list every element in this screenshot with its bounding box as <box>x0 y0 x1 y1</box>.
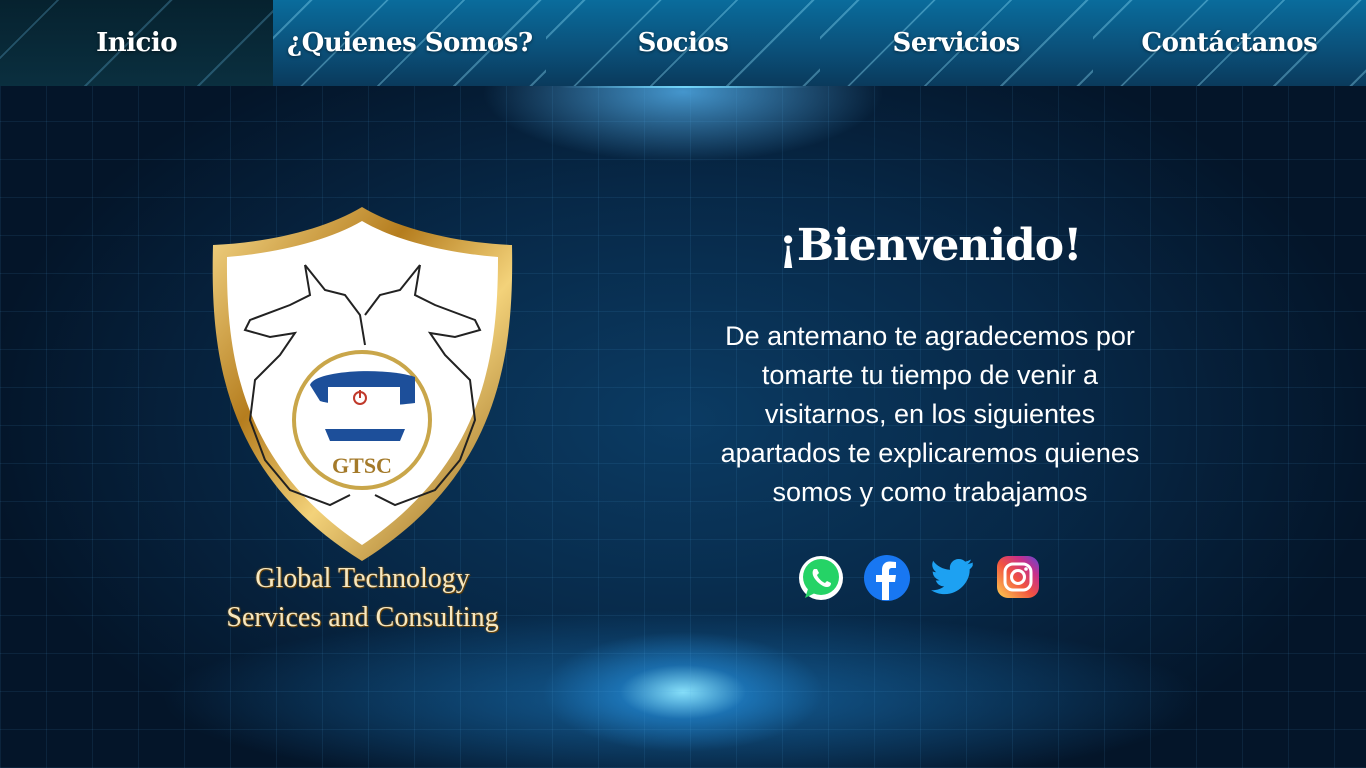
whatsapp-icon[interactable] <box>797 554 845 602</box>
logo-line-2: Services and Consulting <box>226 602 499 633</box>
welcome-section: ¡Bienvenido! De antemano te agradecemos … <box>660 220 1200 512</box>
nav-label: ¿Quienes Somos? <box>286 28 533 58</box>
social-links <box>797 554 1043 602</box>
nav-label: Contáctanos <box>1141 28 1318 58</box>
company-logo: GTSC Global Technology Services and Cons… <box>210 205 515 640</box>
top-nav: Inicio ¿Quienes Somos? Socios Servicios … <box>0 0 1366 86</box>
welcome-title: ¡Bienvenido! <box>778 220 1083 271</box>
header-glow <box>560 86 810 88</box>
welcome-line: visitarnos, en los siguientes <box>764 399 1096 429</box>
welcome-line: apartados te explicaremos quienes <box>720 438 1140 468</box>
nav-label: Socios <box>637 28 729 58</box>
badge-text: GTSC <box>332 453 392 478</box>
welcome-line: somos y como trabajamos <box>772 477 1088 507</box>
nav-socios[interactable]: Socios <box>546 0 820 86</box>
shield-emblem: GTSC <box>212 207 513 561</box>
nav-label: Servicios <box>892 28 1021 58</box>
facebook-icon[interactable] <box>863 554 911 602</box>
nav-servicios[interactable]: Servicios <box>819 0 1093 86</box>
welcome-line: tomarte tu tiempo de venir a <box>761 360 1099 390</box>
nav-inicio[interactable]: Inicio <box>0 0 274 86</box>
welcome-line: De antemano te agradecemos por <box>725 321 1135 351</box>
nav-quienes-somos[interactable]: ¿Quienes Somos? <box>273 0 547 86</box>
nav-contactanos[interactable]: Contáctanos <box>1092 0 1366 86</box>
logo-line-1: Global Technology <box>255 563 470 594</box>
welcome-text: De antemano te agradecemos por tomarte t… <box>660 317 1200 512</box>
twitter-icon[interactable] <box>929 554 977 602</box>
instagram-icon[interactable] <box>995 554 1043 602</box>
nav-label: Inicio <box>96 28 178 58</box>
